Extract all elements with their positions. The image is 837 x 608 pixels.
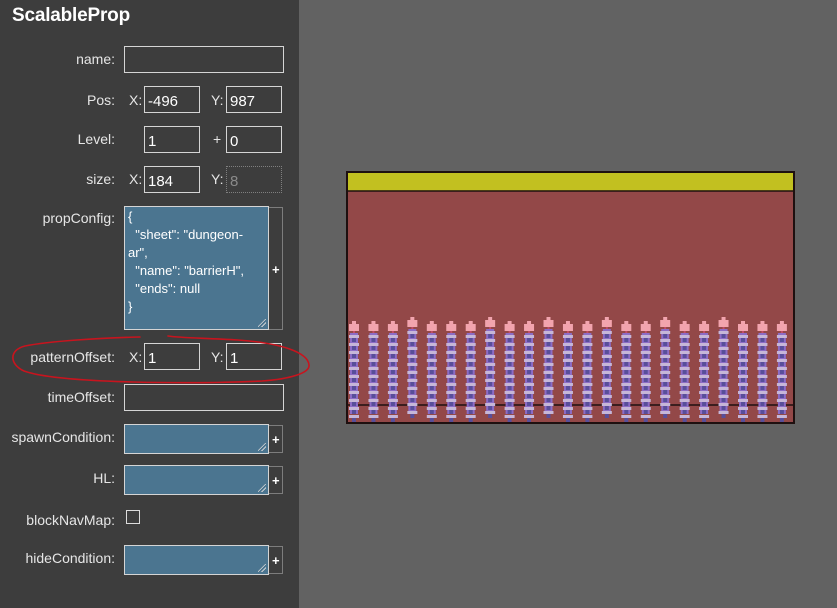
- pillar: [465, 321, 476, 422]
- hl-add-button[interactable]: +: [272, 473, 280, 488]
- level-offset-field[interactable]: [226, 126, 282, 153]
- pillar: [524, 321, 535, 422]
- resize-grip-icon[interactable]: [258, 484, 266, 492]
- pillar: [660, 317, 671, 418]
- panel-title: ScalableProp: [12, 5, 130, 26]
- patternoffset-y-label: Y:: [211, 349, 224, 365]
- timeoffset-label: timeOffset:: [47, 389, 115, 405]
- property-panel: ScalableProp name: Pos: X: Y: Level: + s…: [0, 0, 299, 608]
- pillar: [387, 321, 398, 422]
- pillar: [679, 321, 690, 422]
- pillar: [407, 317, 418, 418]
- pillar: [718, 317, 729, 418]
- timeoffset-field[interactable]: [124, 384, 284, 411]
- size-y-label: Y:: [211, 171, 224, 187]
- hl-textarea[interactable]: [124, 465, 269, 495]
- pillar: [368, 321, 379, 422]
- size-label: size:: [86, 171, 115, 187]
- name-field[interactable]: [124, 46, 284, 73]
- pos-y-field[interactable]: [226, 86, 282, 113]
- patternoffset-x-label: X:: [129, 349, 143, 365]
- hidecondition-textarea[interactable]: [124, 545, 269, 575]
- propconfig-label: propConfig:: [42, 210, 115, 226]
- patternoffset-y-field[interactable]: [226, 343, 282, 370]
- spawncondition-textarea[interactable]: [124, 424, 269, 454]
- hidecondition-add-button[interactable]: +: [272, 553, 280, 568]
- pillar: [757, 321, 768, 422]
- size-y-field: [226, 166, 282, 193]
- propconfig-textarea[interactable]: { "sheet": "dungeon- ar", "name": "barri…: [124, 206, 269, 330]
- pillar: [485, 317, 496, 418]
- prop-preview[interactable]: [346, 171, 795, 424]
- blocknavmap-checkbox[interactable]: [126, 510, 140, 524]
- spawncondition-add-button[interactable]: +: [272, 432, 280, 447]
- pillar: [543, 317, 554, 418]
- name-label: name:: [76, 51, 115, 67]
- pos-label: Pos:: [86, 92, 115, 108]
- pos-x-label: X:: [129, 92, 143, 108]
- pillar: [349, 321, 359, 422]
- propconfig-add-button[interactable]: +: [272, 262, 280, 277]
- blocknavmap-label: blockNavMap:: [26, 512, 115, 528]
- size-x-label: X:: [129, 171, 143, 187]
- resize-grip-icon[interactable]: [258, 319, 266, 327]
- spawncondition-label: spawnCondition:: [11, 429, 115, 445]
- pillar: [601, 317, 612, 418]
- pillar: [504, 321, 515, 422]
- hidecondition-label: hideCondition:: [25, 550, 115, 566]
- pillar: [426, 321, 437, 422]
- pillar: [738, 321, 748, 422]
- pillar: [640, 321, 651, 422]
- prop-top-bar: [347, 172, 794, 191]
- pos-y-label: Y:: [211, 92, 224, 108]
- resize-grip-icon[interactable]: [258, 443, 266, 451]
- patternoffset-x-field[interactable]: [144, 343, 200, 370]
- pillar: [699, 321, 710, 422]
- pillar: [562, 321, 573, 422]
- size-x-field[interactable]: [144, 166, 200, 193]
- pillar: [446, 321, 457, 422]
- patternoffset-label: patternOffset:: [30, 349, 115, 365]
- level-label: Level:: [77, 131, 115, 147]
- hl-label: HL:: [93, 470, 115, 486]
- pillar: [582, 321, 593, 422]
- pillar: [621, 321, 632, 422]
- level-plus-label: +: [213, 131, 222, 147]
- level-field[interactable]: [144, 126, 200, 153]
- pillar: [776, 321, 787, 422]
- pos-x-field[interactable]: [144, 86, 200, 113]
- resize-grip-icon[interactable]: [258, 564, 266, 572]
